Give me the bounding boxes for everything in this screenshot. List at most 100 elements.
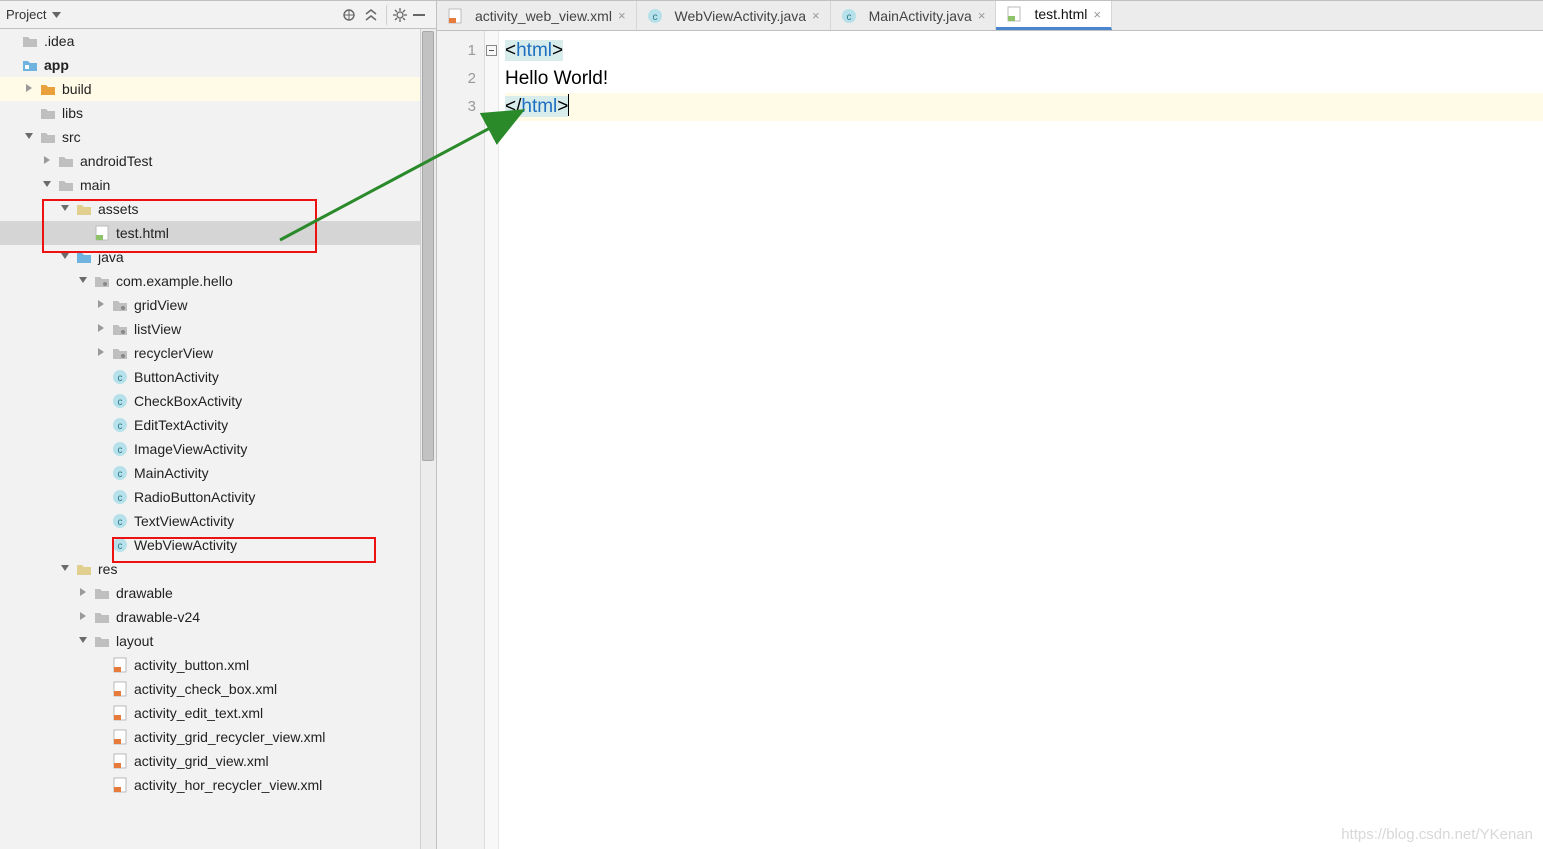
tree-item-label: app	[44, 57, 69, 73]
class-icon: c	[841, 8, 857, 24]
tree-item-class[interactable]: cEditTextActivity	[0, 413, 436, 437]
tree-item-class[interactable]: c WebViewActivity	[0, 533, 436, 557]
tree-item-libs[interactable]: libs	[0, 101, 436, 125]
tab-activity-web-view[interactable]: activity_web_view.xml ×	[437, 1, 637, 30]
tree-item-label: activity_grid_recycler_view.xml	[134, 729, 325, 745]
class-icon: c	[112, 417, 128, 433]
xml-file-icon	[112, 777, 128, 793]
tab-webviewactivity[interactable]: c WebViewActivity.java ×	[637, 1, 831, 30]
tree-item-label: layout	[116, 633, 153, 649]
editor-body[interactable]: 1 2 3 <html> Hello World! </html>	[437, 31, 1543, 849]
folder-icon	[22, 33, 38, 49]
chevron-down-icon[interactable]	[52, 12, 61, 18]
tree-item-label: MainActivity	[134, 465, 209, 481]
tree-item-androidtest[interactable]: androidTest	[0, 149, 436, 173]
tree-item-xml[interactable]: activity_button.xml	[0, 653, 436, 677]
html-file-icon	[94, 225, 110, 241]
line-number: 1	[437, 37, 476, 65]
package-icon	[112, 345, 128, 361]
tree-item-listview-pkg[interactable]: listView	[0, 317, 436, 341]
folder-icon	[94, 633, 110, 649]
tab-test-html[interactable]: test.html ×	[996, 1, 1112, 30]
arrow-down-icon	[24, 131, 36, 143]
tree-item-xml[interactable]: activity_check_box.xml	[0, 677, 436, 701]
tree-item-class[interactable]: cRadioButtonActivity	[0, 485, 436, 509]
tab-label: test.html	[1034, 6, 1087, 22]
tree-item-class[interactable]: c MainActivity	[0, 461, 436, 485]
class-icon: c	[112, 393, 128, 409]
tree-item-class[interactable]: cTextViewActivity	[0, 509, 436, 533]
folder-icon	[40, 105, 56, 121]
tree-item-label: activity_edit_text.xml	[134, 705, 263, 721]
project-panel-header: Project	[0, 1, 436, 29]
resource-folder-icon	[76, 201, 92, 217]
tree-item-java[interactable]: java	[0, 245, 436, 269]
tree-item-layout[interactable]: layout	[0, 629, 436, 653]
folder-icon	[58, 177, 74, 193]
svg-text:c: c	[118, 541, 123, 552]
tree-item-label: com.example.hello	[116, 273, 233, 289]
xml-file-icon	[112, 729, 128, 745]
close-icon[interactable]: ×	[618, 8, 626, 23]
tree-item-label: src	[62, 129, 81, 145]
collapse-all-icon[interactable]	[360, 4, 382, 26]
tree-item-xml[interactable]: activity_edit_text.xml	[0, 701, 436, 725]
tree-item-class[interactable]: cButtonActivity	[0, 365, 436, 389]
scrollbar[interactable]	[420, 29, 436, 849]
tab-label: activity_web_view.xml	[475, 8, 612, 24]
tree-item-drawable[interactable]: drawable	[0, 581, 436, 605]
tree-item-xml[interactable]: activity_hor_recycler_view.xml	[0, 773, 436, 797]
close-icon[interactable]: ×	[812, 8, 820, 23]
fold-icon[interactable]	[486, 45, 497, 56]
tree-item-main[interactable]: main	[0, 173, 436, 197]
tab-mainactivity[interactable]: c MainActivity.java ×	[831, 1, 997, 30]
tree-item-label: test.html	[116, 225, 169, 241]
tree-item-assets[interactable]: assets	[0, 197, 436, 221]
tree-item-label: activity_grid_view.xml	[134, 753, 269, 769]
hide-panel-icon[interactable]	[408, 4, 430, 26]
project-panel-title[interactable]: Project	[6, 7, 46, 22]
tree-item-gridview-pkg[interactable]: gridView	[0, 293, 436, 317]
arrow-down-icon	[60, 203, 72, 215]
tree-item-app[interactable]: app	[0, 53, 436, 77]
code-area[interactable]: <html> Hello World! </html>	[499, 31, 1543, 849]
tree-item-recyclerview-pkg[interactable]: recyclerView	[0, 341, 436, 365]
tree-item-idea[interactable]: .idea	[0, 29, 436, 53]
tree-item-label: androidTest	[80, 153, 152, 169]
tree-item-res[interactable]: res	[0, 557, 436, 581]
close-icon[interactable]: ×	[978, 8, 986, 23]
project-tree[interactable]: .idea app build libs src	[0, 29, 436, 849]
tree-item-class[interactable]: cImageViewActivity	[0, 437, 436, 461]
svg-text:c: c	[118, 373, 123, 384]
tree-item-label: drawable-v24	[116, 609, 200, 625]
xml-file-icon	[112, 681, 128, 697]
folder-icon	[58, 153, 74, 169]
tree-item-test-html[interactable]: test.html	[0, 221, 436, 245]
gear-icon[interactable]	[386, 4, 408, 26]
svg-text:c: c	[118, 421, 123, 432]
tree-item-xml[interactable]: activity_grid_recycler_view.xml	[0, 725, 436, 749]
tree-item-label: java	[98, 249, 124, 265]
svg-text:c: c	[652, 12, 657, 23]
fold-strip[interactable]	[485, 31, 499, 849]
caret	[568, 94, 569, 116]
scrollbar-thumb[interactable]	[422, 31, 434, 461]
code-line: Hello World!	[505, 65, 1543, 93]
tree-item-label: WebViewActivity	[134, 537, 237, 553]
tree-item-xml[interactable]: activity_grid_view.xml	[0, 749, 436, 773]
line-number: 3	[437, 93, 476, 121]
tree-item-label: .idea	[44, 33, 74, 49]
tree-item-label: RadioButtonActivity	[134, 489, 255, 505]
tree-item-class[interactable]: cCheckBoxActivity	[0, 389, 436, 413]
tree-item-build[interactable]: build	[0, 77, 436, 101]
tree-item-drawable-v24[interactable]: drawable-v24	[0, 605, 436, 629]
tree-item-label: drawable	[116, 585, 173, 601]
code-line: <html>	[505, 37, 1543, 65]
tree-item-src[interactable]: src	[0, 125, 436, 149]
tree-item-package[interactable]: com.example.hello	[0, 269, 436, 293]
svg-text:c: c	[118, 469, 123, 480]
tree-item-label: libs	[62, 105, 83, 121]
sync-icon[interactable]	[338, 4, 360, 26]
arrow-right-icon	[42, 155, 54, 167]
close-icon[interactable]: ×	[1093, 7, 1101, 22]
